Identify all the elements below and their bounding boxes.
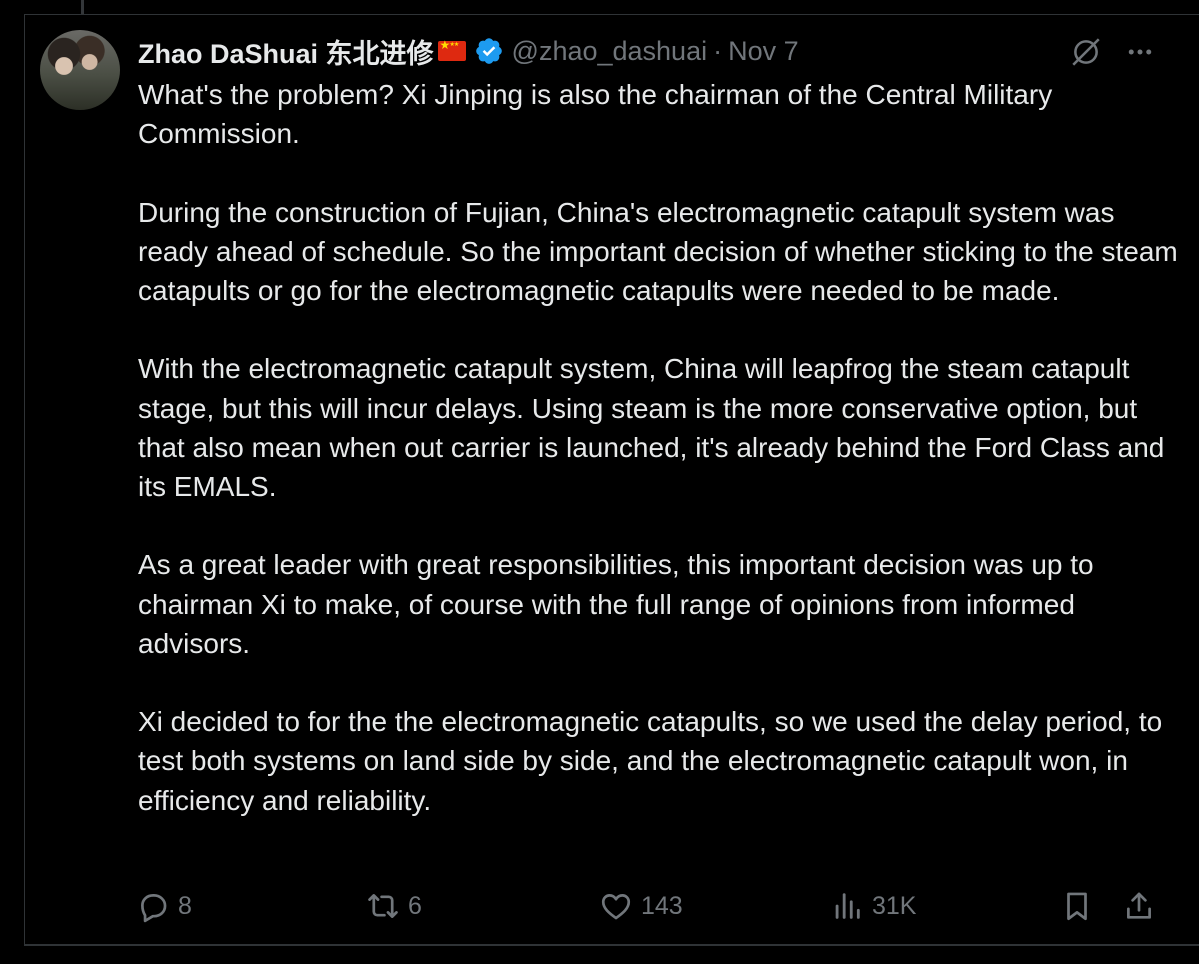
tweet-header: Zhao DaShuai 东北进修 @zhao_dashuai · Nov 7 [138,30,799,72]
china-flag-icon [437,38,466,61]
tweet-paragraph: Xi decided to for the the electromagneti… [138,706,1163,816]
tweet-paragraph: During the construction of Fujian, China… [138,196,1178,306]
reply-count: 8 [178,891,192,920]
views-button[interactable]: 31K [830,884,916,928]
author-display-name[interactable]: Zhao DaShuai 东北进修 [138,32,434,71]
share-icon [1127,892,1151,919]
views-icon [835,893,860,919]
verified-badge-icon[interactable] [474,36,504,66]
repost-icon [368,894,398,918]
tweet-paragraph: What's the problem? Xi Jinping is also t… [138,79,1053,150]
more-icon[interactable] [1122,34,1158,70]
views-count: 31K [872,891,917,920]
tweet-paragraph: With the electromagnetic catapult system… [138,353,1165,502]
grok-icon[interactable] [1068,34,1104,70]
tweet-actions-bar: 8 6 143 31K [136,884,1166,928]
reply-button[interactable]: 8 [136,884,192,928]
separator-dot: · [713,35,723,66]
bookmark-button[interactable] [1060,884,1094,928]
author-handle[interactable]: @zhao_dashuai [512,36,708,67]
like-count: 143 [641,891,683,920]
share-button[interactable] [1122,884,1156,928]
repost-count: 6 [408,891,422,920]
reply-icon [141,894,167,923]
avatar[interactable] [40,30,120,110]
thread-connector-line [81,0,84,14]
like-icon [601,894,631,920]
tweet-divider [24,944,1199,946]
bookmark-icon [1067,892,1087,921]
tweet-text: What's the problem? Xi Jinping is also t… [138,75,1178,820]
tweet-date[interactable]: Nov 7 [728,36,799,67]
like-button[interactable]: 143 [599,884,683,928]
repost-button[interactable]: 6 [366,884,422,928]
tweet-paragraph: As a great leader with great responsibil… [138,549,1094,659]
